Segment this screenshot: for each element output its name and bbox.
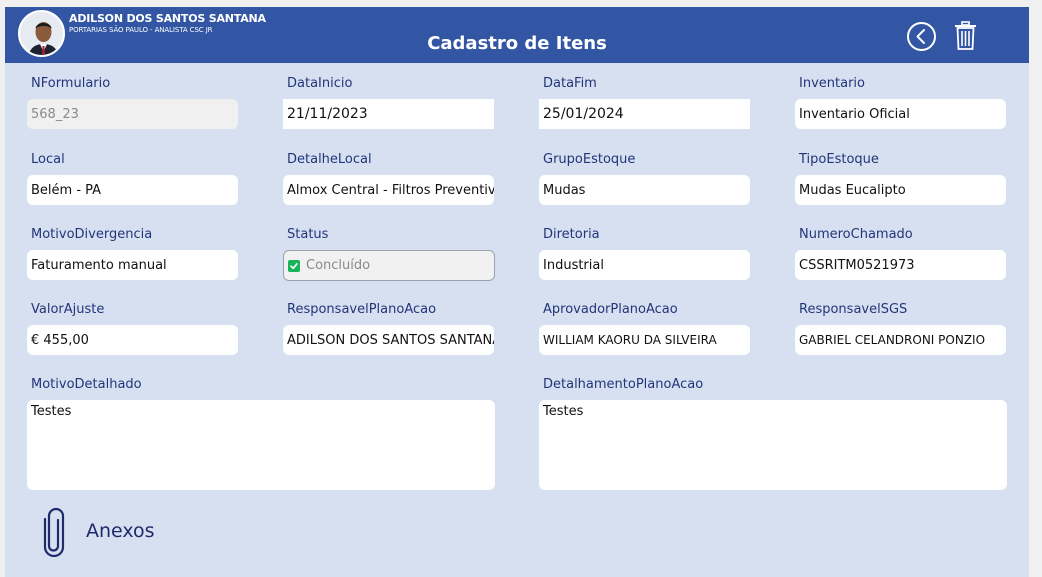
diretoria-field[interactable]: Industrial bbox=[539, 250, 750, 280]
page-title: Cadastro de Itens bbox=[427, 33, 607, 54]
status-field[interactable]: Concluído bbox=[283, 250, 495, 281]
valor-ajuste-field[interactable]: € 455,00 bbox=[27, 325, 238, 355]
inventario-field[interactable]: Inventario Oficial bbox=[795, 99, 1006, 129]
inventario-label: Inventario bbox=[799, 76, 865, 91]
motivo-divergencia-field[interactable]: Faturamento manual bbox=[27, 250, 238, 280]
motivo-detalhado-label: MotivoDetalhado bbox=[31, 377, 142, 392]
responsavel-sgs-label: ResponsavelSGS bbox=[799, 302, 908, 317]
data-inicio-field[interactable]: 21/11/2023 bbox=[283, 99, 494, 129]
avatar bbox=[18, 10, 65, 57]
grupo-estoque-label: GrupoEstoque bbox=[543, 152, 636, 167]
detalhamento-plano-acao-textarea[interactable]: Testes bbox=[539, 400, 1007, 490]
app-screen: ADILSON DOS SANTOS SANTANA PORTARIAS SÃO… bbox=[5, 7, 1029, 577]
local-label: Local bbox=[31, 152, 65, 167]
responsavel-plano-acao-field[interactable]: ADILSON DOS SANTOS SANTANA bbox=[283, 325, 494, 355]
user-photo-icon bbox=[20, 12, 63, 55]
tipo-estoque-field[interactable]: Mudas Eucalipto bbox=[795, 175, 1006, 205]
chevron-left-circle-icon bbox=[907, 22, 936, 51]
motivo-divergencia-label: MotivoDivergencia bbox=[31, 227, 153, 242]
responsavel-plano-acao-label: ResponsavelPlanoAcao bbox=[287, 302, 437, 317]
detalhamento-plano-acao-label: DetalhamentoPlanoAcao bbox=[543, 377, 704, 392]
check-icon bbox=[290, 262, 298, 269]
header-bar: ADILSON DOS SANTOS SANTANA PORTARIAS SÃO… bbox=[5, 7, 1029, 63]
diretoria-label: Diretoria bbox=[543, 227, 600, 242]
numero-chamado-label: NumeroChamado bbox=[799, 227, 913, 242]
tipo-estoque-label: TipoEstoque bbox=[799, 152, 879, 167]
responsavel-sgs-field[interactable]: GABRIEL CELANDRONI PONZIO bbox=[795, 325, 1006, 355]
attachments-button[interactable] bbox=[42, 507, 66, 558]
aprovador-plano-acao-field[interactable]: WILLIAM KAORU DA SILVEIRA bbox=[539, 325, 750, 355]
attachments-label[interactable]: Anexos bbox=[86, 520, 155, 542]
status-value: Concluído bbox=[306, 258, 371, 273]
trash-icon bbox=[955, 21, 976, 50]
user-name: ADILSON DOS SANTOS SANTANA bbox=[69, 12, 266, 25]
data-fim-label: DataFim bbox=[543, 76, 597, 91]
valor-ajuste-label: ValorAjuste bbox=[31, 302, 105, 317]
data-inicio-label: DataInicio bbox=[287, 76, 353, 91]
paperclip-icon bbox=[43, 507, 65, 558]
status-label: Status bbox=[287, 227, 329, 242]
status-checkbox[interactable] bbox=[288, 259, 300, 272]
back-button[interactable] bbox=[906, 21, 937, 52]
local-field[interactable]: Belém - PA bbox=[27, 175, 238, 205]
motivo-detalhado-textarea[interactable]: Testes bbox=[27, 400, 495, 490]
user-role: PORTARIAS SÃO PAULO - ANALISTA CSC JR bbox=[69, 26, 213, 34]
data-fim-field[interactable]: 25/01/2024 bbox=[539, 99, 750, 129]
n-formulario-label: NFormulario bbox=[31, 76, 111, 91]
delete-button[interactable] bbox=[954, 21, 977, 51]
detalhe-local-field[interactable]: Almox Central - Filtros Preventiva bbox=[283, 175, 494, 205]
detalhe-local-label: DetalheLocal bbox=[287, 152, 372, 167]
numero-chamado-field[interactable]: CSSRITM0521973 bbox=[795, 250, 1006, 280]
aprovador-plano-acao-label: AprovadorPlanoAcao bbox=[543, 302, 678, 317]
grupo-estoque-field[interactable]: Mudas bbox=[539, 175, 750, 205]
n-formulario-field: 568_23 bbox=[27, 99, 238, 129]
